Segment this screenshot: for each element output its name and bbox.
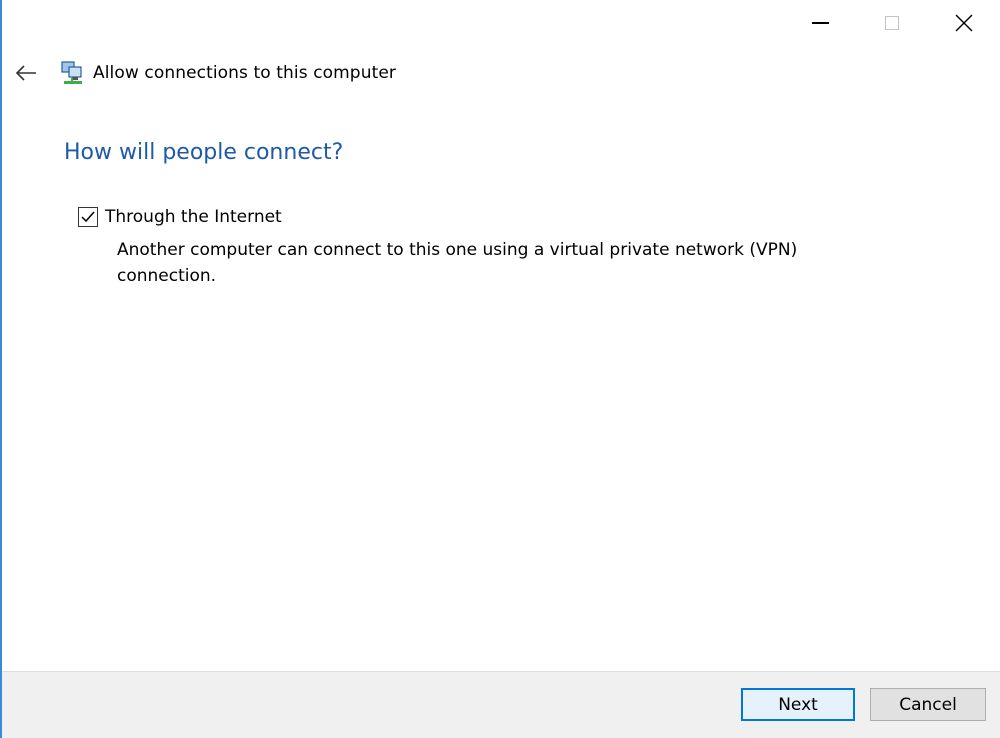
dialog-window: Allow connections to this computer How w… [0,0,1000,738]
close-icon [955,14,973,32]
minimize-icon [811,22,829,24]
maximize-icon [885,16,899,30]
internet-option-label: Through the Internet [105,207,282,227]
network-connection-icon [60,60,84,86]
back-arrow-icon [15,65,36,81]
internet-option-description: Another computer can connect to this one… [117,240,798,286]
cancel-button[interactable]: Cancel [870,688,986,721]
wizard-title: Allow connections to this computer [93,63,396,83]
button-bar: Next Cancel [2,671,1000,738]
checkmark-icon [81,211,95,223]
wizard-header: Allow connections to this computer [12,58,396,88]
maximize-button[interactable] [856,0,928,46]
internet-checkbox[interactable] [78,207,98,227]
connection-option: Through the Internet Another computer ca… [78,207,838,289]
internet-checkbox-row[interactable]: Through the Internet [78,207,838,227]
next-button[interactable]: Next [741,688,855,721]
title-bar-controls [784,0,1000,46]
close-button[interactable] [928,0,1000,46]
minimize-button[interactable] [784,0,856,46]
back-button[interactable] [12,59,40,87]
page-heading: How will people connect? [64,140,344,165]
